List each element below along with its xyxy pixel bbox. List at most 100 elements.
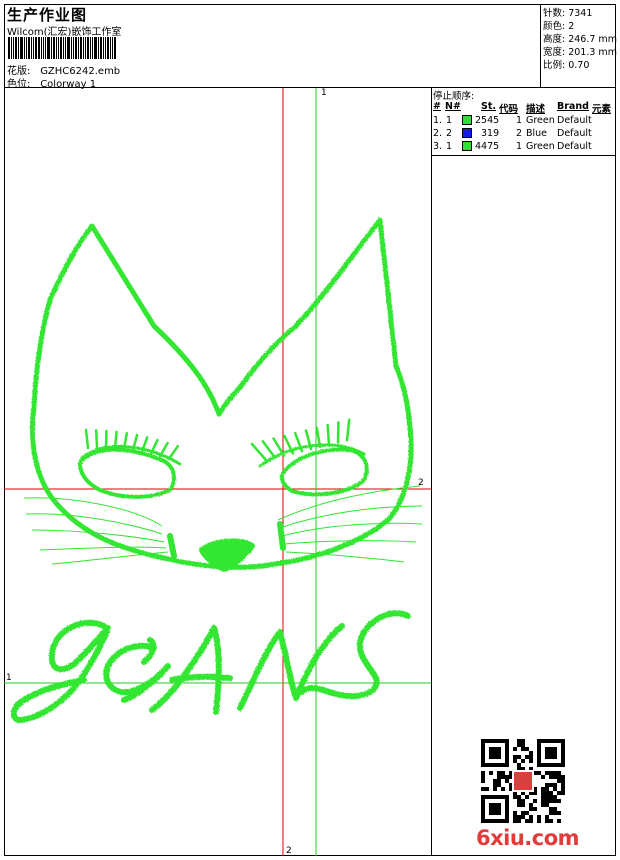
barcode-bar xyxy=(20,37,23,59)
design-width: 宽度: 201.3 mm xyxy=(543,47,617,58)
qr-module xyxy=(545,747,549,751)
qr-module xyxy=(481,739,485,743)
barcode-bar xyxy=(41,37,42,59)
qr-module xyxy=(557,799,561,803)
qr-module xyxy=(553,763,557,767)
qr-module xyxy=(545,787,549,791)
qr-module xyxy=(513,819,517,823)
stats-panel: 针数: 7341 颜色: 2 高度: 246.7 mm 宽度: 201.3 mm… xyxy=(540,4,617,88)
qr-module xyxy=(529,755,533,759)
stop-num: 2. xyxy=(433,128,443,139)
qr-module xyxy=(481,811,485,815)
barcode-bar xyxy=(71,37,72,59)
qr-module xyxy=(505,755,509,759)
qr-module xyxy=(493,783,497,787)
qr-module xyxy=(521,803,525,807)
qr-module xyxy=(489,771,493,775)
col-header-needle: N# xyxy=(445,101,461,112)
qr-module xyxy=(557,775,561,779)
qr-module xyxy=(525,795,529,799)
qr-module xyxy=(525,811,529,815)
barcode-bar xyxy=(98,37,99,59)
qr-module xyxy=(549,811,553,815)
qr-module xyxy=(481,775,485,779)
qr-module xyxy=(549,751,553,755)
qr-module xyxy=(557,811,561,815)
design-canvas: 1 1 2 2 xyxy=(4,88,432,856)
qr-module xyxy=(521,815,525,819)
qr-module xyxy=(489,747,493,751)
qr-module xyxy=(557,763,561,767)
qr-module xyxy=(557,819,561,823)
qr-module xyxy=(513,795,517,799)
qr-module xyxy=(541,803,545,807)
col-header-code: 代码 xyxy=(499,104,519,115)
design-scale: 比例: 0.70 xyxy=(543,60,590,71)
qr-module xyxy=(493,739,497,743)
qr-module xyxy=(553,747,557,751)
qr-module xyxy=(505,811,509,815)
qr-module xyxy=(561,787,565,791)
qr-code xyxy=(481,739,565,823)
qr-module xyxy=(505,803,509,807)
qr-module xyxy=(481,803,485,807)
qr-module xyxy=(485,787,489,791)
barcode-bar xyxy=(90,37,91,59)
qr-module xyxy=(553,755,557,759)
eyelash xyxy=(345,418,351,442)
barcode-bar xyxy=(94,37,97,59)
qr-module xyxy=(549,791,553,795)
qr-module xyxy=(549,763,553,767)
barcode-bar xyxy=(38,37,40,59)
qr-module xyxy=(501,739,505,743)
qr-module xyxy=(481,771,485,775)
stop-sequence-panel: 停止顺序: # N# St. 代码 描述 Brand 元素 1. 1 2545 … xyxy=(432,88,616,156)
qr-module xyxy=(493,751,497,755)
qr-module xyxy=(525,747,529,751)
qr-module xyxy=(537,743,541,747)
qr-module xyxy=(521,743,525,747)
qr-module xyxy=(553,799,557,803)
stop-row: 2. 2 319 2 Blue Default xyxy=(432,128,616,141)
qr-module xyxy=(541,795,545,799)
qr-module xyxy=(549,747,553,751)
qr-module xyxy=(505,795,509,799)
qr-module xyxy=(497,755,501,759)
qr-module xyxy=(517,743,521,747)
letter-j xyxy=(10,619,111,723)
qr-module xyxy=(501,795,505,799)
header-panel: 生产作业图 Wilcom(汇宏)嵌饰工作室 花版: GZHC6242.emb 色… xyxy=(4,4,617,90)
qr-module xyxy=(517,739,521,743)
qr-module xyxy=(505,747,509,751)
qr-module xyxy=(537,739,541,743)
qr-module xyxy=(521,739,525,743)
barcode-bar xyxy=(73,37,74,59)
barcode-bar xyxy=(78,37,79,59)
qr-module xyxy=(505,819,509,823)
letter-n xyxy=(237,623,345,711)
whisker-left-1 xyxy=(23,497,163,527)
qr-module xyxy=(481,763,485,767)
qr-module xyxy=(549,795,553,799)
qr-module xyxy=(561,791,565,795)
qr-module xyxy=(485,795,489,799)
stop-description: Green xyxy=(526,141,555,152)
col-header-description: 描述 xyxy=(526,104,546,115)
qr-module xyxy=(537,815,541,819)
qr-module xyxy=(529,759,533,763)
qr-module xyxy=(545,795,549,799)
qr-module xyxy=(537,819,541,823)
stitch-count: 针数: 7341 xyxy=(543,8,593,19)
barcode-bar xyxy=(53,37,55,59)
stop-description: Green xyxy=(526,115,555,126)
qr-module xyxy=(545,771,549,775)
qr-module xyxy=(513,815,517,819)
qr-module xyxy=(545,755,549,759)
qr-module xyxy=(541,799,545,803)
qr-module xyxy=(537,771,541,775)
qr-module xyxy=(533,807,537,811)
qr-module xyxy=(489,803,493,807)
green-vertical-guide-label: 1 xyxy=(321,88,327,98)
qr-module xyxy=(481,787,485,791)
whisker-left-5 xyxy=(51,551,169,565)
